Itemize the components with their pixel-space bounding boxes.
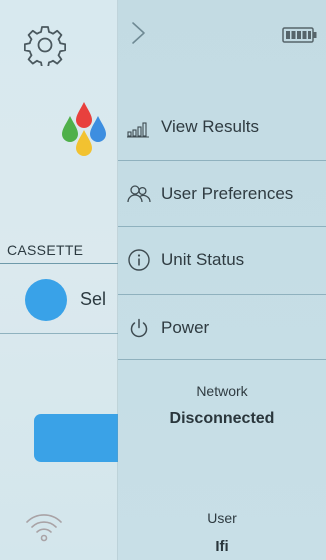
side-menu: View Results User Preferences Unit Statu… <box>118 0 326 560</box>
network-heading: Network <box>196 383 248 399</box>
cassette-indicator <box>25 279 67 321</box>
cassette-select-row[interactable]: Sel <box>0 267 118 334</box>
menu-item-label: Power <box>161 318 210 337</box>
menu-item-unit-status[interactable]: Unit Status <box>118 226 326 292</box>
gear-icon[interactable] <box>23 24 67 69</box>
power-icon <box>126 315 152 341</box>
menu-item-user-preferences[interactable]: User Preferences <box>118 160 326 226</box>
menu-item-view-results[interactable]: View Results <box>118 94 326 160</box>
menu-item-power[interactable]: Power <box>118 294 326 360</box>
primary-action-button[interactable] <box>34 414 118 462</box>
users-icon <box>126 181 152 207</box>
chevron-right-icon[interactable] <box>130 20 148 46</box>
user-heading: User <box>207 510 237 526</box>
cassette-heading: CASSETTE <box>0 242 118 264</box>
wifi-icon <box>24 506 64 546</box>
menu-item-label: Unit Status <box>161 250 245 269</box>
bar-chart-icon <box>126 114 152 140</box>
info-icon <box>126 247 152 273</box>
menu-item-label: View Results <box>161 117 259 136</box>
battery-icon <box>282 26 318 44</box>
network-status: Disconnected <box>169 410 275 427</box>
device-screen: CASSETTE Sel View Results User Preferenc… <box>0 0 326 560</box>
menu-item-label: User Preferences <box>161 184 294 203</box>
color-drops-logo-icon <box>56 100 112 158</box>
user-name: Ifi <box>215 538 229 555</box>
cassette-select-label: Sel <box>80 289 107 309</box>
